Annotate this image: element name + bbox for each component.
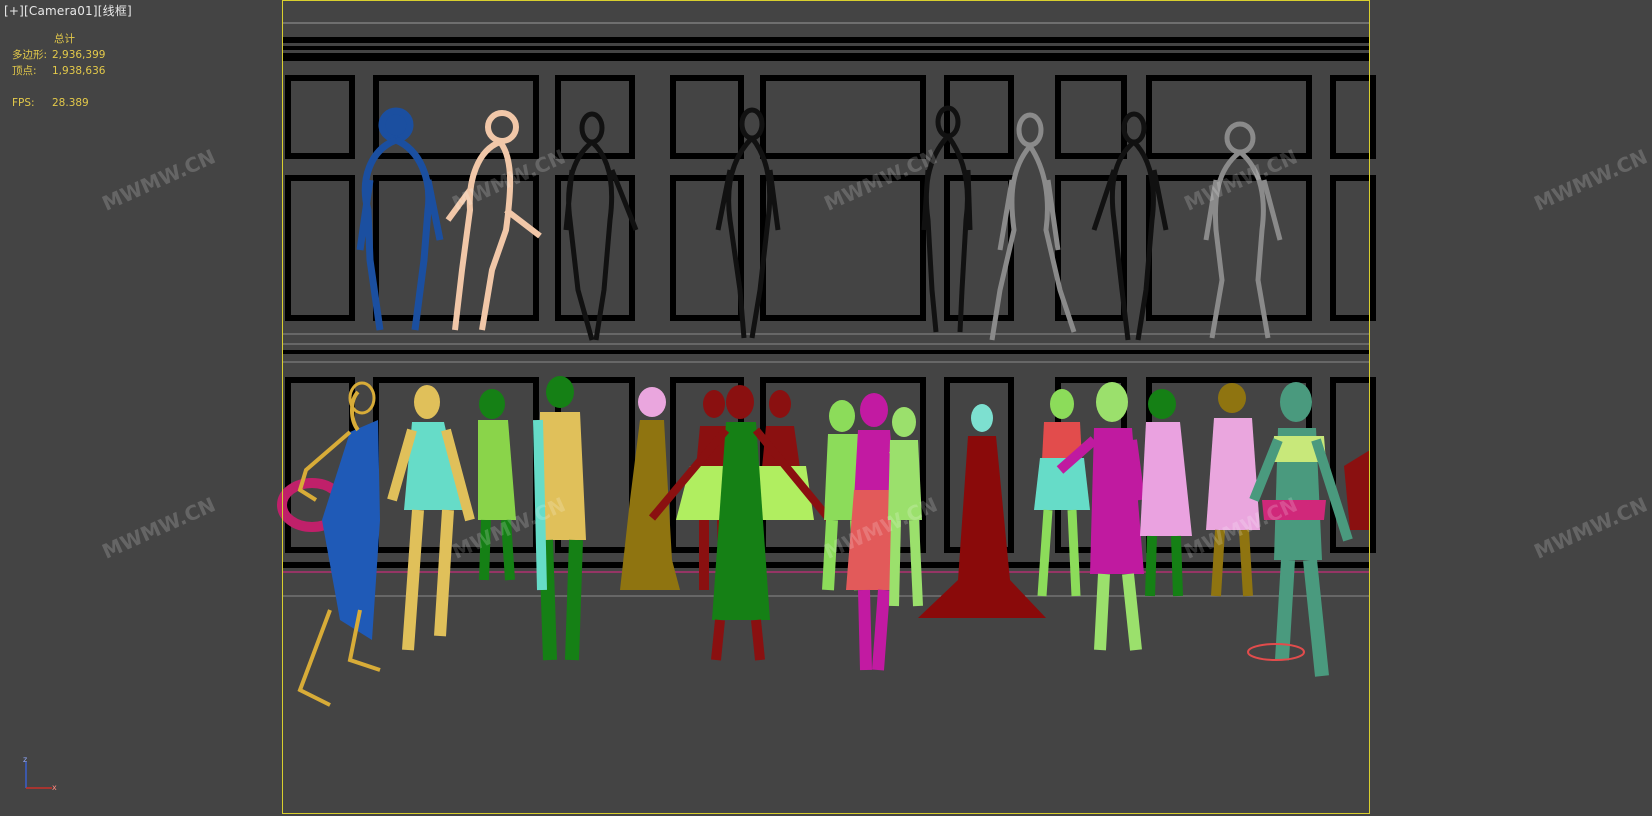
axis-x-label: x xyxy=(52,783,57,792)
axis-gizmo-icon: z x xyxy=(23,755,57,792)
axis-z-label: z xyxy=(23,755,27,764)
safe-frame xyxy=(282,0,1370,814)
